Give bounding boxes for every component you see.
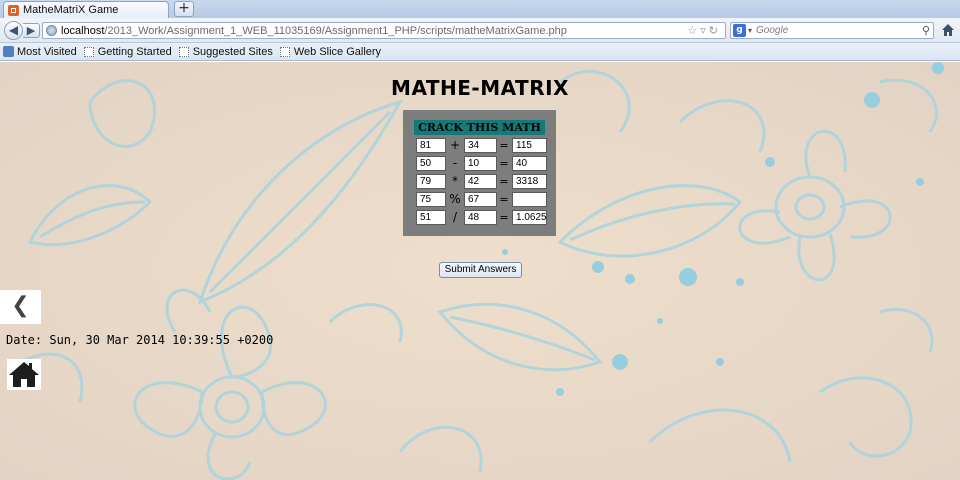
operand-a-field[interactable]: 50 [416, 156, 446, 171]
equals-sign: = [499, 211, 509, 224]
equation-row: 81 + 34 = 115 [414, 138, 548, 154]
answer-field[interactable]: 40 [512, 156, 547, 171]
equation-row: 50 - 10 = 40 [414, 156, 548, 172]
operand-b-field[interactable]: 34 [464, 138, 497, 153]
tab-strip: MatheMatriX Game + [0, 0, 960, 18]
url-host: localhost [61, 24, 105, 37]
answer-field[interactable] [512, 192, 547, 207]
navigation-bar: ◀ ▶ localhost/2013_Work/Assignment_1_WEB… [0, 18, 960, 43]
chevron-down-icon[interactable]: ▾ [748, 26, 752, 35]
answer-field[interactable]: 1.0625 [512, 210, 547, 225]
equals-sign: = [499, 175, 509, 188]
page-icon [83, 46, 94, 57]
magnifier-icon[interactable]: ⚲ [922, 23, 930, 38]
equals-sign: = [499, 139, 509, 152]
site-identity-icon[interactable] [46, 25, 57, 36]
equation-row: 79 * 42 = 3318 [414, 174, 548, 190]
home-icon[interactable] [7, 359, 41, 390]
operand-b-field[interactable]: 10 [464, 156, 497, 171]
operand-a-field[interactable]: 75 [416, 192, 446, 207]
page-icon [178, 46, 189, 57]
matrix-heading: CRACK THIS MATH [414, 120, 545, 135]
operator: + [449, 138, 461, 152]
operand-b-field[interactable]: 67 [464, 192, 497, 207]
answer-field[interactable]: 3318 [512, 174, 547, 189]
operand-b-field[interactable]: 42 [464, 174, 497, 189]
answer-field[interactable]: 115 [512, 138, 547, 153]
home-icon[interactable] [941, 23, 955, 37]
url-path: /2013_Work/Assignment_1_WEB_11035169/Ass… [104, 24, 567, 37]
operand-a-field[interactable]: 81 [416, 138, 446, 153]
new-tab-button[interactable]: + [174, 1, 194, 17]
page-title: MATHE-MATRIX [391, 76, 569, 100]
address-bar[interactable]: localhost/2013_Work/Assignment_1_WEB_110… [42, 22, 726, 39]
search-input[interactable]: Google [756, 25, 788, 36]
equation-row: 51 / 48 = 1.0625 [414, 210, 548, 226]
bookmark-star-icon[interactable]: ☆▿↻ [687, 23, 721, 38]
operator: % [449, 192, 461, 206]
equals-sign: = [499, 193, 509, 206]
back-arrow-icon[interactable]: ◀ [4, 21, 23, 40]
search-engine-icon[interactable]: g [733, 24, 746, 37]
back-chevron-button[interactable]: ❮ [0, 290, 41, 324]
bookmark-suggested-sites[interactable]: Suggested Sites [178, 45, 273, 58]
search-bar[interactable]: g ▾ Google ⚲ [730, 22, 934, 39]
bookmark-most-visited[interactable]: Most Visited [3, 46, 77, 58]
page-content: MATHE-MATRIX CRACK THIS MATH 81 + 34 = 1… [0, 62, 960, 480]
operator: - [452, 156, 458, 170]
submit-answers-button[interactable]: Submit Answers [439, 262, 522, 278]
operand-a-field[interactable]: 79 [416, 174, 446, 189]
favicon-icon [8, 4, 19, 16]
bookmark-web-slice-gallery[interactable]: Web Slice Gallery [279, 45, 382, 58]
forward-arrow-icon[interactable]: ▶ [23, 23, 40, 38]
bookmark-label: Getting Started [97, 45, 172, 58]
bookmarks-toolbar: Most Visited Getting Started Suggested S… [0, 43, 960, 61]
bookmark-getting-started[interactable]: Getting Started [83, 45, 172, 58]
most-visited-icon [3, 46, 14, 57]
bookmark-label: Web Slice Gallery [293, 45, 382, 58]
operand-b-field[interactable]: 48 [464, 210, 497, 225]
page-icon [279, 46, 290, 57]
math-matrix-panel: CRACK THIS MATH 81 + 34 = 115 50 - 10 = … [403, 110, 556, 236]
tab-title: MatheMatriX Game [23, 4, 119, 16]
equals-sign: = [499, 157, 509, 170]
equation-row: 75 % 67 = [414, 192, 548, 208]
browser-tab[interactable]: MatheMatriX Game [3, 1, 169, 18]
operator: * [452, 174, 458, 188]
operand-a-field[interactable]: 51 [416, 210, 446, 225]
bookmark-label: Most Visited [17, 45, 77, 58]
date-stamp: Date: Sun, 30 Mar 2014 10:39:55 +0200 [6, 333, 274, 347]
operator: / [452, 210, 458, 224]
bookmark-label: Suggested Sites [192, 45, 273, 58]
